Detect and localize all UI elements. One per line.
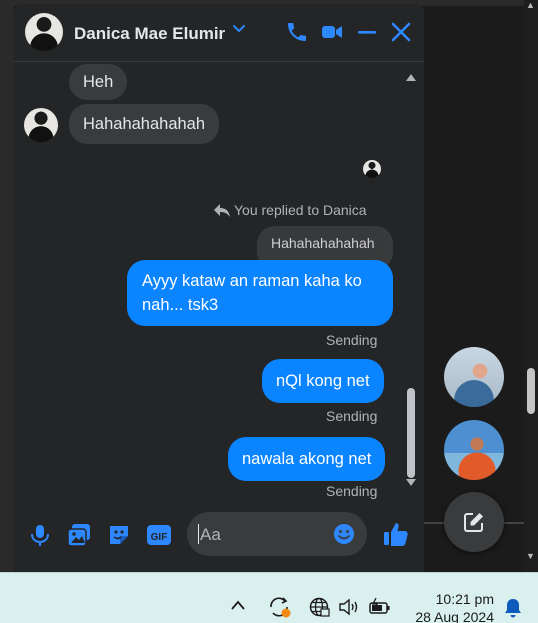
reply-note: You replied to Danica [234,202,367,218]
volume-icon[interactable] [338,598,360,616]
text-caret [198,524,199,544]
contact-name[interactable]: Danica Mae Elumir [74,24,225,44]
thumbs-up-icon[interactable] [382,520,410,548]
contact-avatar-small[interactable] [24,108,58,142]
svg-text:GIF: GIF [151,532,168,543]
message-text: Hahahahahahah [83,115,206,133]
contact-avatar[interactable] [25,13,63,51]
new-message-button[interactable] [444,492,504,552]
clock-date: 28 Aug 2024 [415,609,494,623]
message-text-line: Ayyy kataw an raman kaha ko [142,272,362,290]
quoted-text: Hahahahahahah [271,235,375,251]
message-incoming[interactable]: Hahahahahahah [69,104,220,144]
sticker-icon[interactable] [106,522,132,548]
message-text: nQl kong net [276,372,370,390]
seen-avatar [363,160,381,178]
close-icon[interactable] [389,20,413,44]
composer-bar: GIF Aa [14,502,424,572]
notification-bell-icon[interactable] [503,597,523,619]
chat-window: Danica Mae Elumir Heh Hahahahahahah You … [14,4,424,572]
message-status: Sending [326,408,378,424]
message-status: Sending [326,483,378,499]
message-outgoing[interactable]: Ayyy kataw an raman kaha ko nah... tsk3 [127,260,393,326]
video-icon[interactable] [320,20,344,44]
background-window-edge [0,0,14,572]
microphone-icon[interactable] [27,522,53,548]
message-text: nawala akong net [242,450,372,468]
message-input[interactable]: Aa [187,512,367,556]
emoji-icon[interactable] [333,523,355,545]
message-outgoing[interactable]: nawala akong net [228,437,386,481]
chat-header: Danica Mae Elumir [14,4,424,62]
system-clock[interactable]: 10:21 pm 28 Aug 2024 [415,590,494,623]
gif-icon[interactable]: GIF [146,522,172,548]
page-scrollbar[interactable]: ▲ ▼ [524,0,538,572]
chat-scrollbar[interactable] [402,68,422,498]
battery-icon[interactable] [368,597,392,617]
clock-time: 10:21 pm [435,591,494,607]
message-incoming[interactable]: Heh [69,64,128,100]
sync-icon[interactable] [267,595,293,619]
chevron-up-icon[interactable] [230,599,246,611]
phone-icon[interactable] [285,20,309,44]
message-text-line: nah... tsk3 [142,296,219,314]
scroll-up-arrow-icon[interactable]: ▲ [526,0,535,10]
photo-icon[interactable] [66,522,92,548]
minimize-icon[interactable] [355,20,379,44]
chat-scroll-thumb[interactable] [407,388,415,478]
message-outgoing[interactable]: nQl kong net [262,359,384,403]
page-scroll-thumb[interactable] [527,368,535,414]
chat-head-avatar[interactable] [444,420,504,480]
message-list: Heh Hahahahahahah You replied to Danica … [14,62,424,502]
message-status: Sending [326,332,378,348]
scroll-down-arrow-icon[interactable] [405,478,417,488]
message-input-placeholder: Aa [200,525,221,544]
chevron-down-icon[interactable] [232,21,246,35]
scroll-up-arrow-icon[interactable] [405,72,417,82]
scroll-down-arrow-icon[interactable]: ▼ [526,551,535,561]
compose-icon [464,513,483,532]
taskbar: 10:21 pm 28 Aug 2024 [0,572,538,623]
message-text: Heh [83,73,114,91]
reply-arrow-icon [214,204,230,217]
chat-head-avatar[interactable] [444,347,504,407]
globe-icon[interactable] [309,596,331,618]
